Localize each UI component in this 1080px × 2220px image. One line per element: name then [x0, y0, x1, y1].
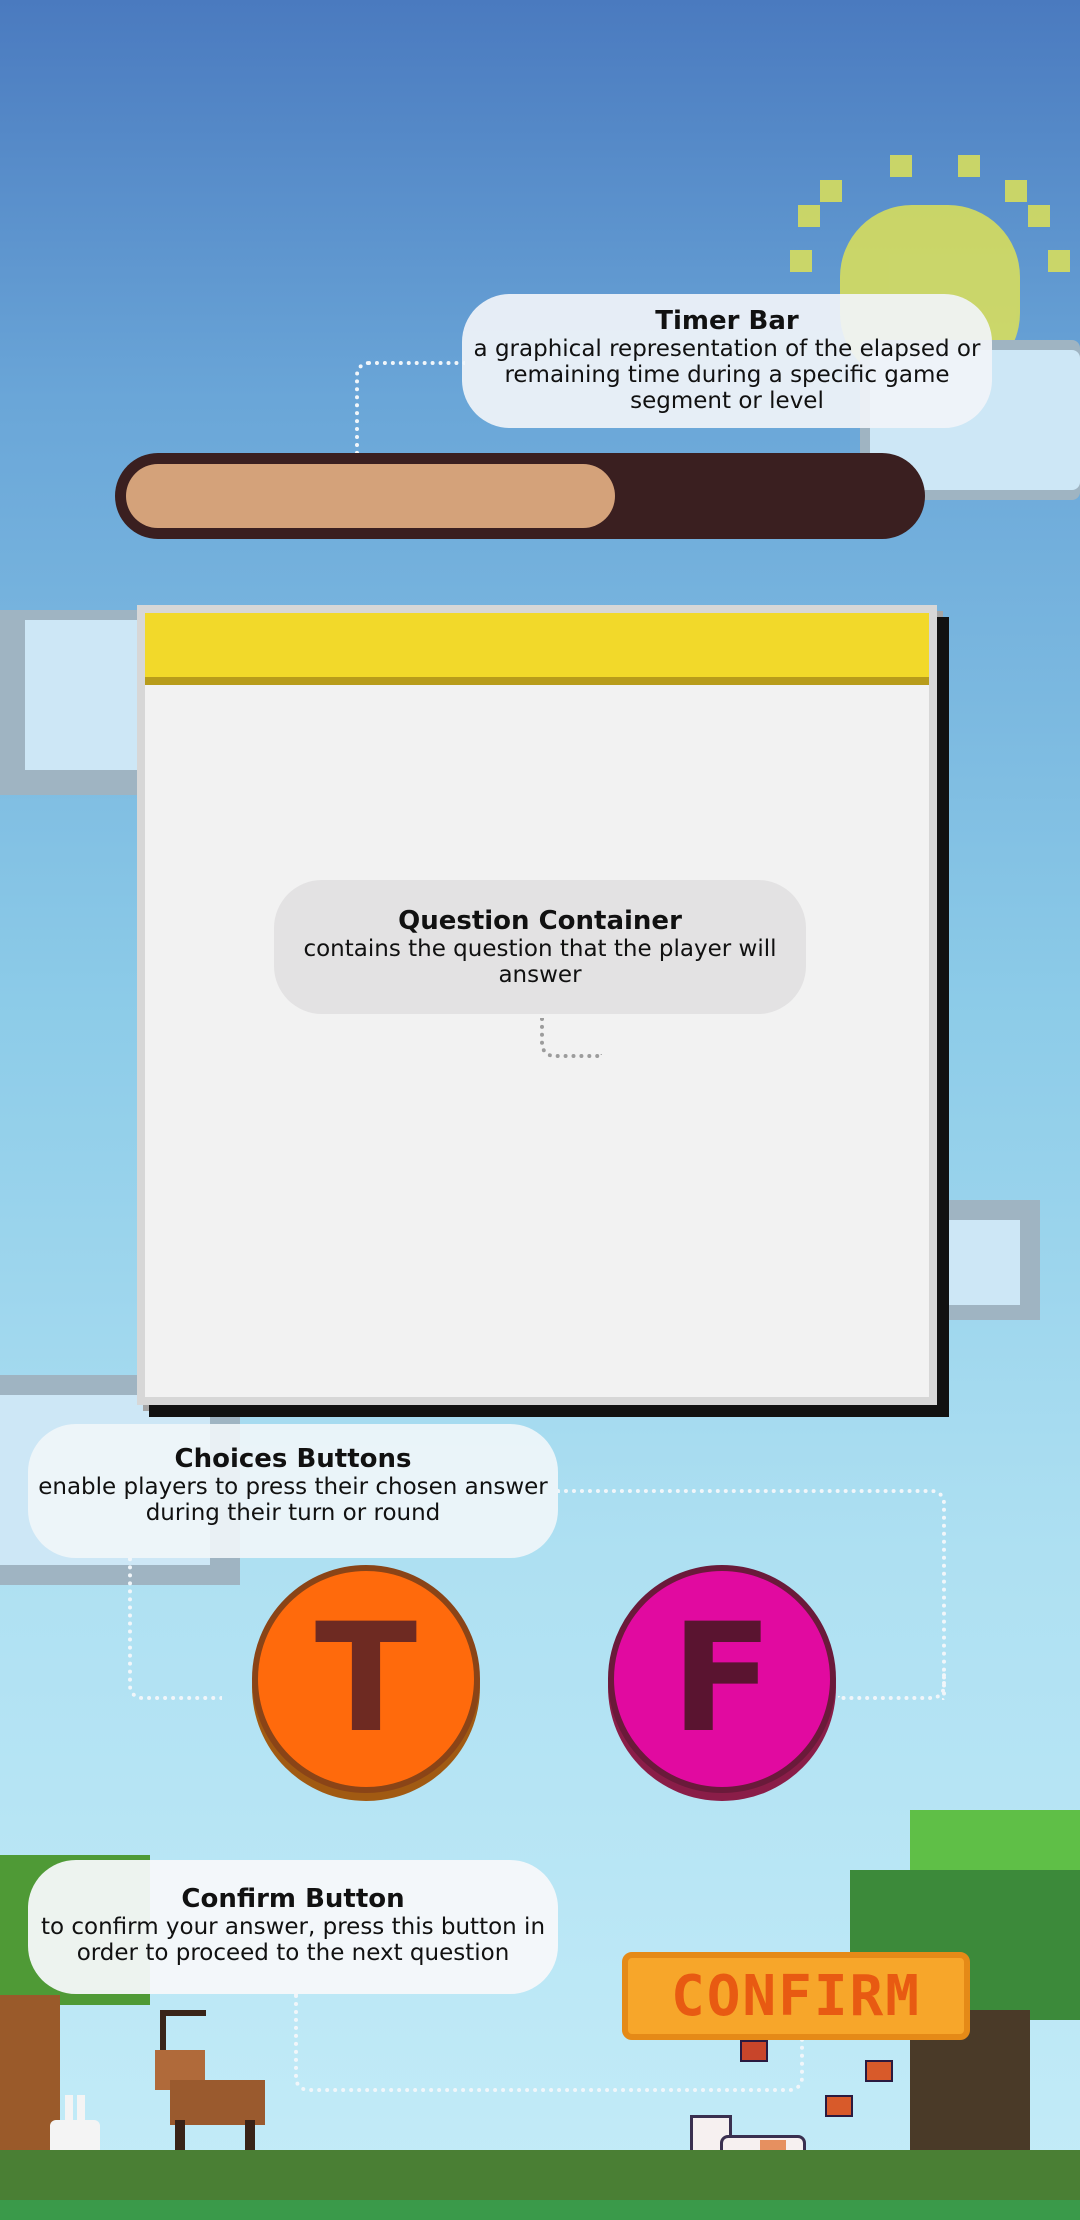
- choices-callout-connector-left: [128, 1558, 222, 1700]
- deer-decoration: [140, 2010, 270, 2160]
- choices-callout-title: Choices Buttons: [174, 1444, 412, 1474]
- choices-callout-text: enable players to press their chosen ans…: [38, 1474, 548, 1526]
- question-container-header: [145, 613, 929, 685]
- confirm-button[interactable]: CONFIRM: [622, 1952, 970, 2040]
- question-callout-connector: [540, 1018, 602, 1058]
- butterfly-decoration: [740, 2040, 768, 2062]
- timer-fill: [126, 464, 615, 528]
- question-callout-text: contains the question that the player wi…: [303, 936, 777, 988]
- confirm-callout: Confirm Button to confirm your answer, p…: [28, 1860, 558, 1994]
- true-button-label: T: [314, 1592, 418, 1766]
- choices-callout: Choices Buttons enable players to press …: [28, 1424, 558, 1558]
- confirm-callout-text: to confirm your answer, press this butto…: [40, 1914, 546, 1966]
- false-button[interactable]: F: [608, 1565, 836, 1793]
- question-callout: Question Container contains the question…: [274, 880, 806, 1014]
- confirm-callout-title: Confirm Button: [181, 1884, 405, 1914]
- timer-callout-connector: [355, 361, 465, 457]
- timer-callout-title: Timer Bar: [655, 306, 799, 336]
- timer-callout-text: a graphical representation of the elapse…: [473, 336, 981, 414]
- ground-edge: [0, 2200, 1080, 2220]
- false-button-label: F: [670, 1592, 774, 1766]
- timer-bar: [115, 453, 925, 539]
- true-button[interactable]: T: [252, 1565, 480, 1793]
- butterfly-decoration: [825, 2095, 853, 2117]
- confirm-button-label: CONFIRM: [670, 1963, 921, 2029]
- timer-callout: Timer Bar a graphical representation of …: [462, 294, 992, 428]
- butterfly-decoration: [865, 2060, 893, 2082]
- question-callout-title: Question Container: [398, 906, 682, 936]
- cloud-decoration: [940, 1200, 1040, 1320]
- choices-callout-connector-right-bottom: [838, 1671, 946, 1700]
